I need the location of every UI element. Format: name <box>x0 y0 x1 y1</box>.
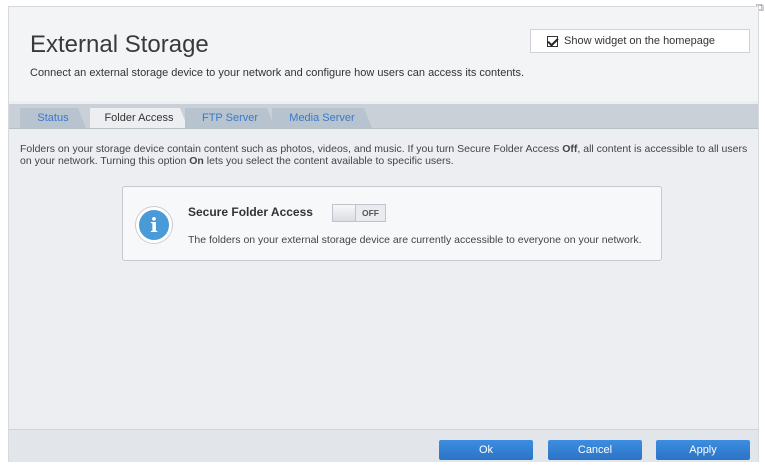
secure-folder-access-heading: Secure Folder Access <box>188 205 313 219</box>
secure-folder-access-card: i Secure Folder Access OFF The folders o… <box>122 186 662 261</box>
tab-status[interactable]: Status <box>20 108 86 128</box>
apply-button[interactable]: Apply <box>656 440 750 460</box>
folder-access-description: Folders on your storage device contain c… <box>20 143 748 167</box>
tab-bar: Status Folder Access FTP Server Media Se… <box>9 104 758 129</box>
ok-button[interactable]: Ok <box>439 440 533 460</box>
tab-folder-access[interactable]: Folder Access <box>90 108 188 128</box>
header: External Storage Connect an external sto… <box>9 7 758 101</box>
toggle-knob <box>333 205 356 221</box>
page-subtitle: Connect an external storage device to yo… <box>30 67 525 79</box>
cancel-button[interactable]: Cancel <box>548 440 642 460</box>
info-icon: i <box>136 207 172 243</box>
show-widget-checkbox[interactable] <box>547 35 558 47</box>
tab-media-server[interactable]: Media Server <box>272 108 372 128</box>
external-storage-panel: External Storage Connect an external sto… <box>8 6 759 462</box>
page-title: External Storage <box>30 31 209 58</box>
show-widget-option[interactable]: Show widget on the homepage <box>530 29 750 53</box>
show-widget-label: Show widget on the homepage <box>564 35 716 47</box>
secure-folder-access-status: The folders on your external storage dev… <box>188 234 642 246</box>
tab-ftp-server[interactable]: FTP Server <box>185 108 275 128</box>
secure-folder-access-toggle[interactable]: OFF <box>332 204 386 222</box>
footer-bar: Ok Cancel Apply <box>9 429 758 462</box>
toggle-state-label: OFF <box>362 208 379 218</box>
